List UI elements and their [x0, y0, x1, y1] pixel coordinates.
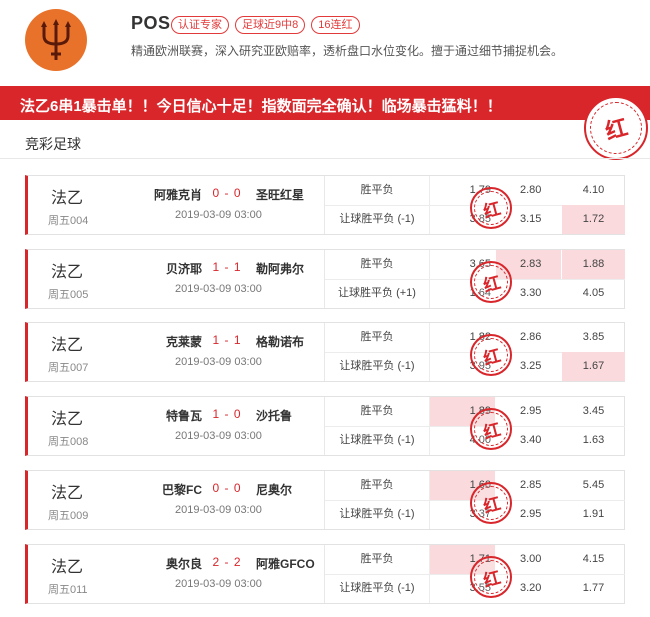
match-teams: 奥尔良 2 - 2 阿雅GFCO — [128, 555, 328, 573]
away-team[interactable]: 格勒诺布 — [256, 333, 304, 350]
win-stamp-label: 红 — [480, 419, 503, 443]
badge-streak: 16连红 — [311, 16, 360, 34]
banner-title: 法乙6串1暴击单！！今日信心十足！指数面完全确认！临场暴击猛料！！ — [20, 98, 502, 115]
win-stamp-icon: 红 — [584, 96, 648, 160]
away-team[interactable]: 沙托鲁 — [256, 407, 292, 424]
match-datetime: 2019-03-09 03:00 — [175, 356, 262, 368]
match-card[interactable]: 法乙周五004 阿雅克肖 0 - 0 圣旺红星 2019-03-09 03:00 胜平负 1… — [25, 175, 625, 235]
bet-type: 让球胜平负 (-1) — [325, 205, 430, 234]
home-team[interactable]: 阿雅克肖 — [154, 186, 202, 203]
match-datetime: 2019-03-09 03:00 — [175, 578, 262, 590]
expert-header: POS 认证专家 足球近9中8 16连红 精通欧洲联赛，深入研究亚欧赔率，透析盘… — [0, 0, 650, 80]
match-code: 周五009 — [48, 510, 89, 522]
league-name: 法乙 — [51, 411, 84, 428]
win-stamp-icon: 红 — [470, 408, 512, 450]
bet-type: 胜平负 — [325, 176, 430, 205]
bet-type: 胜平负 — [325, 471, 430, 500]
win-stamp-icon: 红 — [470, 187, 512, 229]
win-stamp-label: 红 — [480, 567, 503, 591]
match-score: 0 - 0 — [212, 481, 242, 495]
match-teams: 贝济耶 1 - 1 勒阿弗尔 — [128, 260, 328, 278]
match-score: 0 - 0 — [212, 186, 242, 200]
bet-type: 胜平负 — [325, 250, 430, 279]
odds-cell[interactable]: 4.10 — [562, 176, 625, 205]
home-team[interactable]: 克莱蒙 — [166, 333, 202, 350]
home-team[interactable]: 特鲁瓦 — [166, 407, 202, 424]
home-team[interactable]: 贝济耶 — [166, 260, 202, 277]
league-name: 法乙 — [51, 485, 84, 502]
win-stamp-icon: 红 — [470, 261, 512, 303]
home-team[interactable]: 奥尔良 — [166, 555, 202, 572]
away-team[interactable]: 勒阿弗尔 — [256, 260, 304, 277]
match-datetime: 2019-03-09 03:00 — [175, 209, 262, 221]
match-code: 周五008 — [48, 436, 89, 448]
bet-type: 胜平负 — [325, 397, 430, 426]
badge-recent-record: 足球近9中8 — [235, 16, 306, 34]
match-score: 2 - 2 — [212, 555, 242, 569]
odds-cell[interactable]: 1.72 — [562, 205, 625, 234]
bet-type: 让球胜平负 (-1) — [325, 500, 430, 529]
expert-name: POS — [131, 13, 171, 33]
odds-cell[interactable]: 1.63 — [562, 426, 625, 455]
avatar[interactable] — [25, 9, 87, 71]
win-stamp-icon: 红 — [470, 334, 512, 376]
match-datetime: 2019-03-09 03:00 — [175, 430, 262, 442]
bet-type: 让球胜平负 (-1) — [325, 426, 430, 455]
match-code: 周五005 — [48, 289, 89, 301]
divider — [0, 158, 650, 159]
win-stamp-label: 红 — [480, 345, 503, 369]
expert-bio: 精通欧洲联赛，深入研究亚欧赔率，透析盘口水位变化。擅于通过细节捕捉机会。 — [131, 44, 564, 58]
match-card[interactable]: 法乙周五007 克莱蒙 1 - 1 格勒诺布 2019-03-09 03:00 胜平负 1.… — [25, 322, 625, 382]
bet-type: 让球胜平负 (+1) — [325, 279, 430, 308]
away-team[interactable]: 尼奥尔 — [256, 481, 292, 498]
odds-cell[interactable]: 1.91 — [562, 500, 625, 529]
match-teams: 阿雅克肖 0 - 0 圣旺红星 — [128, 186, 328, 204]
match-teams: 克莱蒙 1 - 1 格勒诺布 — [128, 333, 328, 351]
odds-cell[interactable]: 1.67 — [562, 352, 625, 381]
match-code: 周五004 — [48, 215, 89, 227]
win-stamp-label: 红 — [480, 198, 503, 222]
league-name: 法乙 — [51, 337, 84, 354]
away-team[interactable]: 阿雅GFCO — [256, 555, 315, 572]
match-card[interactable]: 法乙周五011 奥尔良 2 - 2 阿雅GFCO 2019-03-09 03:00 胜平负… — [25, 544, 625, 604]
trident-icon — [41, 19, 71, 60]
odds-cell[interactable]: 3.45 — [562, 397, 625, 426]
match-code: 周五007 — [48, 362, 89, 374]
section-title: 竞彩足球 — [25, 136, 81, 152]
home-team[interactable]: 巴黎FC — [162, 481, 202, 498]
badge-certified: 认证专家 — [171, 16, 229, 34]
odds-cell[interactable]: 1.77 — [562, 574, 625, 603]
match-score: 1 - 1 — [212, 333, 242, 347]
bet-type: 让球胜平负 (-1) — [325, 352, 430, 381]
bet-type: 胜平负 — [325, 545, 430, 574]
match-teams: 特鲁瓦 1 - 0 沙托鲁 — [128, 407, 328, 425]
win-stamp-label: 红 — [602, 114, 631, 145]
league-name: 法乙 — [51, 190, 84, 207]
match-code: 周五011 — [48, 584, 88, 596]
match-datetime: 2019-03-09 03:00 — [175, 283, 262, 295]
odds-cell[interactable]: 5.45 — [562, 471, 625, 500]
odds-cell[interactable]: 4.15 — [562, 545, 625, 574]
odds-cell[interactable]: 1.88 — [562, 250, 625, 279]
away-team[interactable]: 圣旺红星 — [256, 186, 304, 203]
win-stamp-icon: 红 — [470, 556, 512, 598]
odds-cell[interactable]: 3.85 — [562, 323, 625, 352]
match-score: 1 - 0 — [212, 407, 242, 421]
win-stamp-label: 红 — [480, 272, 503, 296]
expert-badges: 认证专家 足球近9中8 16连红 — [171, 16, 360, 34]
match-datetime: 2019-03-09 03:00 — [175, 504, 262, 516]
match-score: 1 - 1 — [212, 260, 242, 274]
league-name: 法乙 — [51, 559, 84, 576]
win-stamp-icon: 红 — [470, 482, 512, 524]
match-card[interactable]: 法乙周五009 巴黎FC 0 - 0 尼奥尔 2019-03-09 03:00 胜平负 1.… — [25, 470, 625, 530]
bet-type: 让球胜平负 (-1) — [325, 574, 430, 603]
bet-type: 胜平负 — [325, 323, 430, 352]
match-teams: 巴黎FC 0 - 0 尼奥尔 — [128, 481, 328, 499]
odds-cell[interactable]: 4.05 — [562, 279, 625, 308]
recommendation-banner: 法乙6串1暴击单！！今日信心十足！指数面完全确认！临场暴击猛料！！ — [0, 86, 650, 120]
league-name: 法乙 — [51, 264, 84, 281]
win-stamp-label: 红 — [480, 493, 503, 517]
match-card[interactable]: 法乙 周五008 特鲁瓦 1 - 0 沙托鲁 2019-03-09 03:00 胜平负 1.8… — [25, 396, 625, 456]
match-card[interactable]: 法乙 周五005 贝济耶 1 - 1 勒阿弗尔 2019-03-09 03:00 胜平负 3.… — [25, 249, 625, 309]
